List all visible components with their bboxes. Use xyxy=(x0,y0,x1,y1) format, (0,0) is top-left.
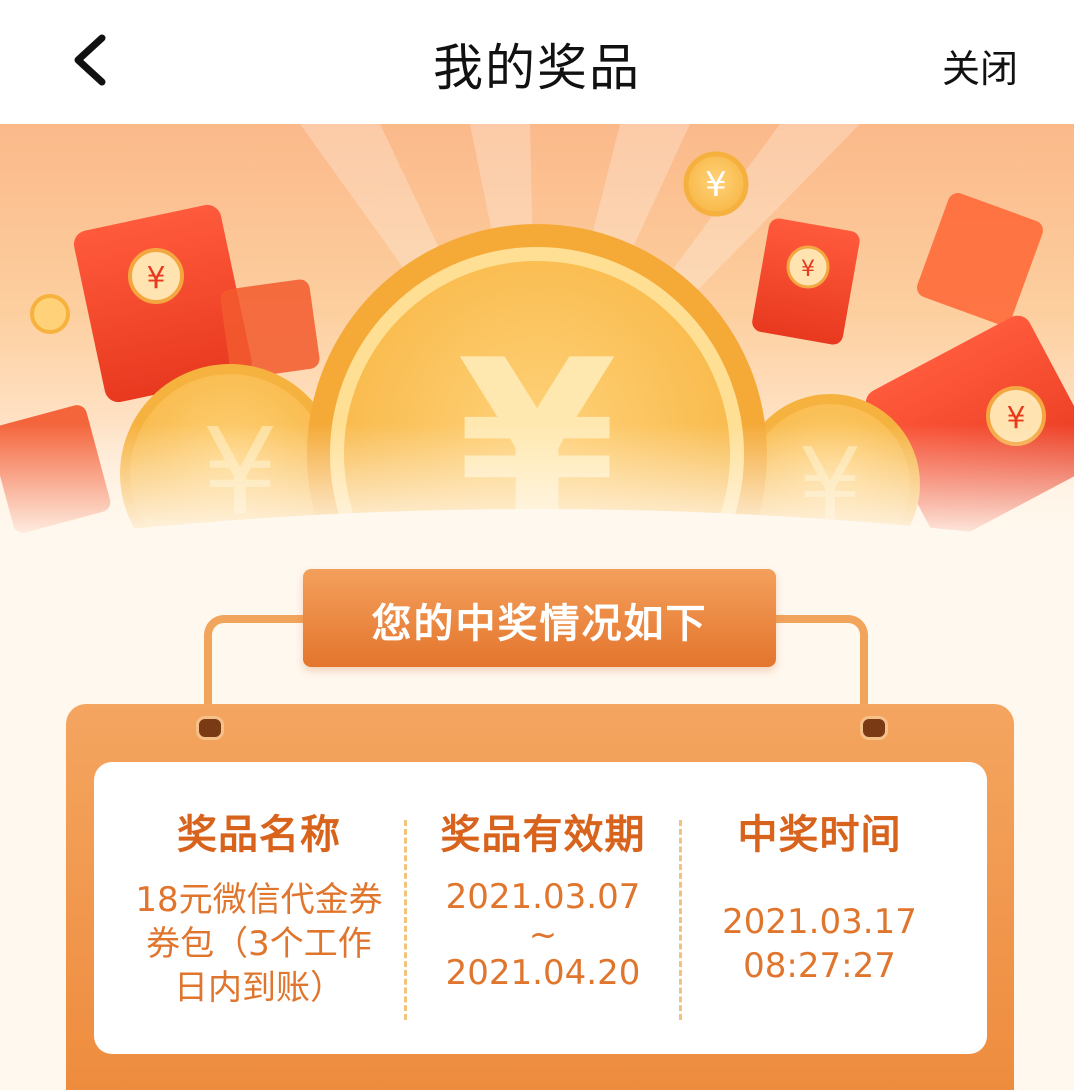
small-coin-icon xyxy=(30,294,70,334)
prize-name-line: 18元微信代金券 xyxy=(135,880,383,920)
prize-banner: ¥ ¥ ¥ ¥ ¥ ¥ xyxy=(0,124,1074,544)
result-heading: 您的中奖情况如下 xyxy=(371,601,708,647)
svg-text:¥: ¥ xyxy=(146,261,165,296)
win-date: 2021.03.17 xyxy=(722,902,917,942)
prize-name-column: 奖品名称 18元微信代金券 券包（3个工作 日内到账） xyxy=(114,762,404,1054)
prize-name-line: 日内到账） xyxy=(174,968,344,1008)
svg-text:¥: ¥ xyxy=(801,257,815,282)
top-nav-bar: 我的奖品 关闭 xyxy=(0,0,1074,124)
column-header: 奖品有效期 xyxy=(440,812,646,858)
validity-column: 奖品有效期 2021.03.07 ~ 2021.04.20 xyxy=(406,762,680,1054)
result-heading-tab: 您的中奖情况如下 xyxy=(303,569,776,667)
win-time: 08:27:27 xyxy=(743,946,896,986)
validity-value: 2021.03.07 ~ 2021.04.20 xyxy=(406,878,680,992)
svg-text:¥: ¥ xyxy=(705,165,727,205)
prize-info-card: 奖品名称 18元微信代金券 券包（3个工作 日内到账） 奖品有效期 2021.0… xyxy=(94,762,987,1054)
top-coin-icon: ¥ xyxy=(683,151,749,217)
prize-name-value: 18元微信代金券 券包（3个工作 日内到账） xyxy=(114,878,404,1010)
win-time-column: 中奖时间 2021.03.17 08:27:27 xyxy=(682,762,957,1054)
win-time-value: 2021.03.17 08:27:27 xyxy=(682,900,957,988)
validity-separator: ~ xyxy=(528,915,558,955)
prize-name-line: 券包（3个工作 xyxy=(146,924,372,964)
peg-icon xyxy=(860,716,888,740)
validity-start: 2021.03.07 xyxy=(445,877,641,917)
peg-icon xyxy=(196,716,224,740)
page-title: 我的奖品 xyxy=(433,39,641,97)
column-header: 中奖时间 xyxy=(737,812,902,858)
validity-end: 2021.04.20 xyxy=(445,953,641,993)
close-button[interactable]: 关闭 xyxy=(942,38,1018,93)
column-header: 奖品名称 xyxy=(177,812,341,858)
